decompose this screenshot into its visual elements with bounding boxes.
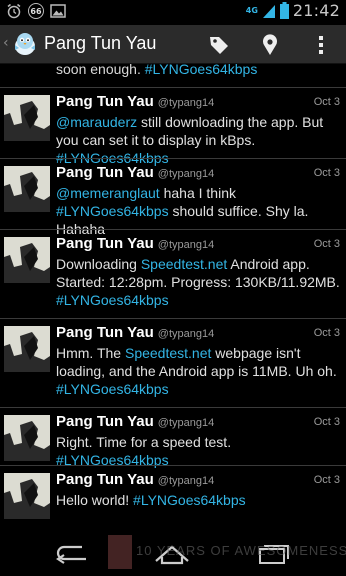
mention-link[interactable]: @marauderz <box>56 114 137 130</box>
page-title: Pang Tun Yau <box>44 33 157 53</box>
tweet-feed[interactable]: soon enough. #LYNGoes64kbps Pang Tun Yau… <box>0 64 346 529</box>
tweet-author: Pang Tun Yau @typang14 <box>56 235 215 252</box>
watermark-image <box>108 535 132 569</box>
tweet-date: Oct 3 <box>313 238 340 250</box>
avatar[interactable] <box>4 326 50 372</box>
tweet-author: Pang Tun Yau @typang14 <box>56 324 215 341</box>
tag-icon[interactable] <box>208 34 230 56</box>
tweet-date: Oct 3 <box>313 167 340 179</box>
tweet-handle: @typang14 <box>157 239 215 251</box>
hashtag-link[interactable]: #LYNGoes64kbps <box>56 203 169 219</box>
tweet-item[interactable]: Pang Tun Yau @typang14 Oct 3 @marauderz s… <box>0 87 346 166</box>
url-link[interactable]: Speedtest.net <box>141 256 227 272</box>
action-bar: ‹ Pang Tun Yau <box>0 25 346 64</box>
avatar[interactable] <box>4 415 50 461</box>
clock: 21:42 <box>292 1 340 20</box>
tweet-text: Right. Time for a speed test. #LYNGoes64… <box>56 434 232 468</box>
notification-badge: 66 <box>28 3 44 19</box>
signal-icon <box>262 4 275 18</box>
location-icon[interactable] <box>259 34 281 56</box>
image-icon <box>50 4 66 18</box>
tweet-item[interactable]: Pang Tun Yau @typang14 Oct 3 @memeranglau… <box>0 158 346 237</box>
avatar[interactable] <box>4 237 50 283</box>
tweet-text: Hmm. The Speedtest.net webpage isn't loa… <box>56 345 337 397</box>
tweet-date: Oct 3 <box>313 327 340 339</box>
tweet-handle: @typang14 <box>157 417 215 429</box>
tweet-handle: @typang14 <box>157 328 215 340</box>
tweet-item[interactable]: Pang Tun Yau @typang14 Oct 3 Hmm. The Spe… <box>0 318 346 407</box>
status-bar: 66 4G 21:42 <box>0 0 346 25</box>
hashtag-link[interactable]: #LYNGoes64kbps <box>56 292 169 308</box>
tweet-date: Oct 3 <box>313 474 340 486</box>
network-type-label: 4G <box>245 6 258 15</box>
tweet-handle: @typang14 <box>157 97 215 109</box>
tweet-item[interactable]: Pang Tun Yau @typang14 Oct 3 Downloading … <box>0 229 346 318</box>
overflow-menu-icon[interactable] <box>310 34 332 56</box>
tweet-handle: @typang14 <box>157 168 215 180</box>
avatar[interactable] <box>4 473 50 519</box>
alarm-icon <box>7 3 21 19</box>
hashtag-link[interactable]: #LYNGoes64kbps <box>133 492 246 508</box>
watermark-text: 10 YEARS OF AWESOMENESS <box>136 543 346 558</box>
back-icon[interactable] <box>52 541 92 565</box>
tweet-author: Pang Tun Yau @typang14 <box>56 93 215 110</box>
tweet-author: Pang Tun Yau @typang14 <box>56 164 215 181</box>
battery-icon <box>279 2 289 19</box>
tweet-date: Oct 3 <box>313 416 340 428</box>
tweet-handle: @typang14 <box>157 475 215 487</box>
tweet-text: Hello world! #LYNGoes64kbps <box>56 492 246 508</box>
hashtag-link[interactable]: #LYNGoes64kbps <box>145 64 258 77</box>
url-link[interactable]: Speedtest.net <box>125 345 211 361</box>
hashtag-link[interactable]: #LYNGoes64kbps <box>56 381 169 397</box>
avatar[interactable] <box>4 95 50 141</box>
up-caret-icon[interactable]: ‹ <box>3 35 9 51</box>
tweet-item[interactable]: Pang Tun Yau @typang14 Oct 3 Hello world!… <box>0 465 346 529</box>
app-logo-icon[interactable] <box>12 31 38 57</box>
tweet-date: Oct 3 <box>313 96 340 108</box>
partial-tweet-text[interactable]: soon enough. #LYNGoes64kbps <box>56 64 257 77</box>
tweet-author: Pang Tun Yau @typang14 <box>56 413 215 430</box>
tweet-item[interactable]: Pang Tun Yau @typang14 Oct 3 Right. Time … <box>0 407 346 468</box>
avatar[interactable] <box>4 166 50 212</box>
mention-link[interactable]: @memeranglaut <box>56 185 160 201</box>
tweet-text: Downloading Speedtest.net Android app. S… <box>56 256 340 308</box>
tweet-author: Pang Tun Yau @typang14 <box>56 471 215 488</box>
